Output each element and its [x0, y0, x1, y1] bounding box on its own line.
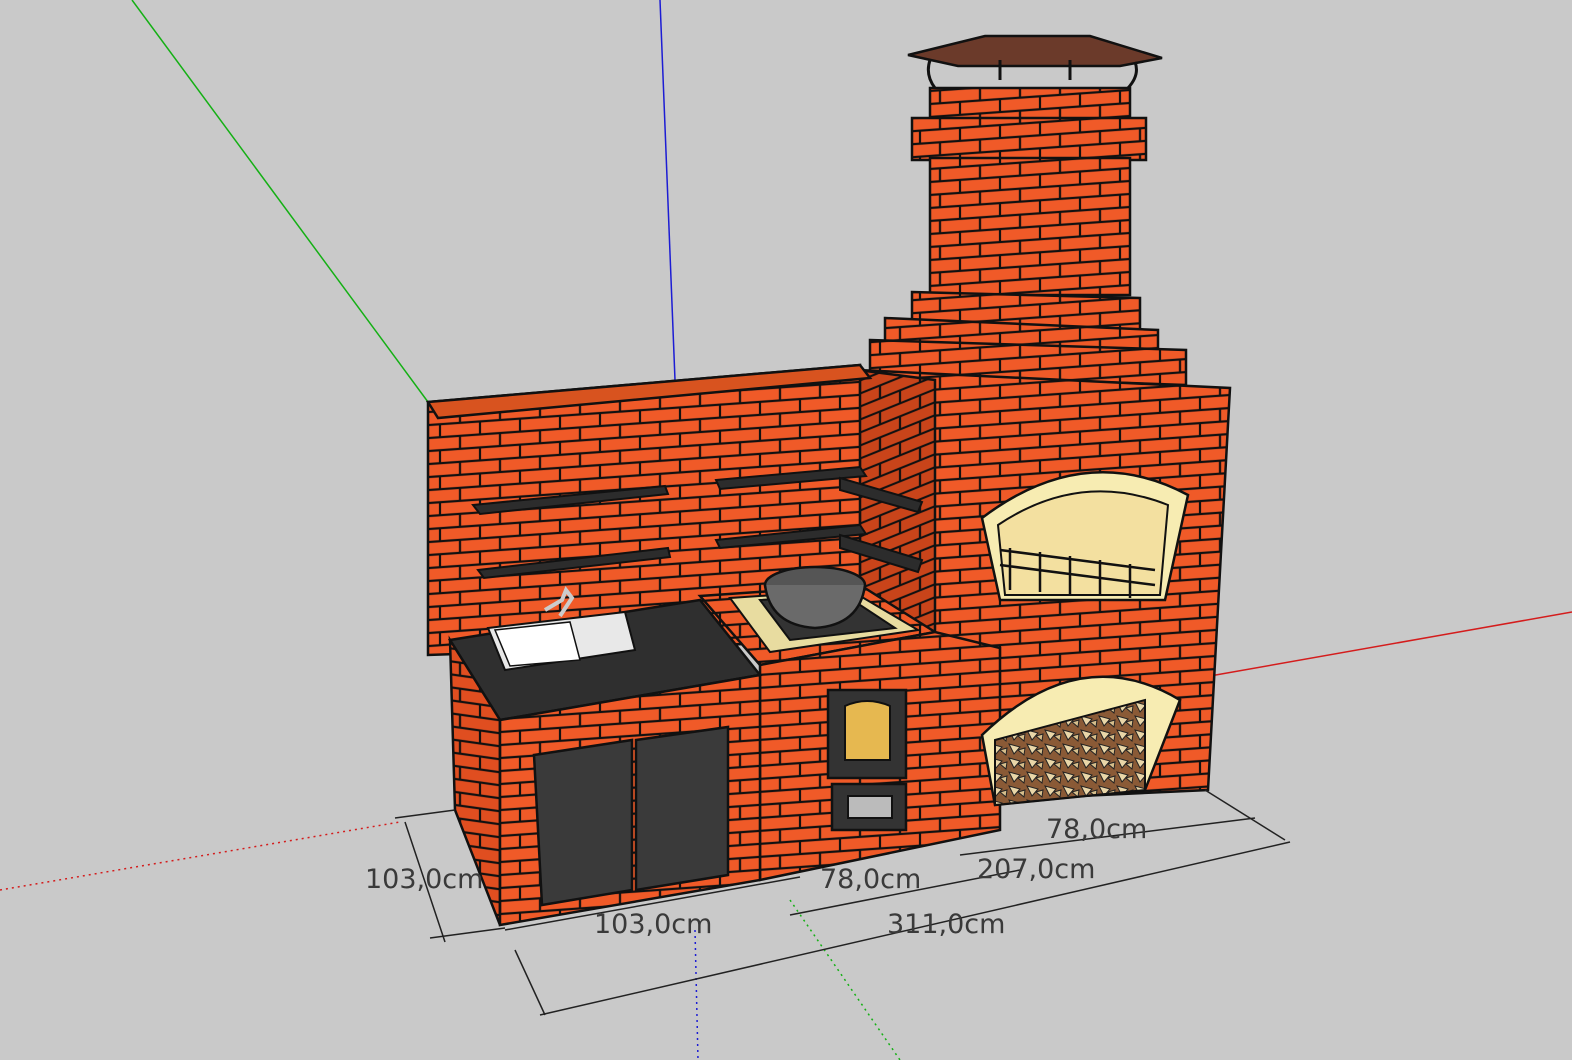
chimney-cap-icon[interactable]	[907, 34, 1163, 90]
oven-door-icon[interactable]	[826, 688, 908, 780]
model-scene[interactable]: 103,0cm 103,0cm 78,0cm 78,0cm 207,0cm 31…	[0, 0, 1572, 1060]
green-axis-hidden	[789, 899, 901, 1060]
red-axis-hidden	[0, 821, 401, 891]
green-axis	[131, 0, 429, 403]
cabinet-door-icon[interactable]	[532, 725, 730, 907]
chimney[interactable]	[868, 86, 1188, 387]
blue-axis-hidden	[694, 929, 699, 1060]
dim-front-middle: 78,0cm	[820, 864, 921, 895]
blue-axis	[659, 0, 676, 381]
red-axis	[1209, 611, 1572, 677]
dim-front-left: 103,0cm	[594, 909, 712, 940]
dim-total: 311,0cm	[887, 909, 1005, 940]
sketchup-viewport[interactable]: 103,0cm 103,0cm 78,0cm 78,0cm 207,0cm 31…	[0, 0, 1572, 1060]
dim-depth-left: 103,0cm	[365, 864, 483, 895]
ash-door-icon[interactable]	[830, 782, 908, 832]
dim-mid-total: 207,0cm	[977, 854, 1095, 885]
dim-front-right: 78,0cm	[1046, 814, 1147, 845]
